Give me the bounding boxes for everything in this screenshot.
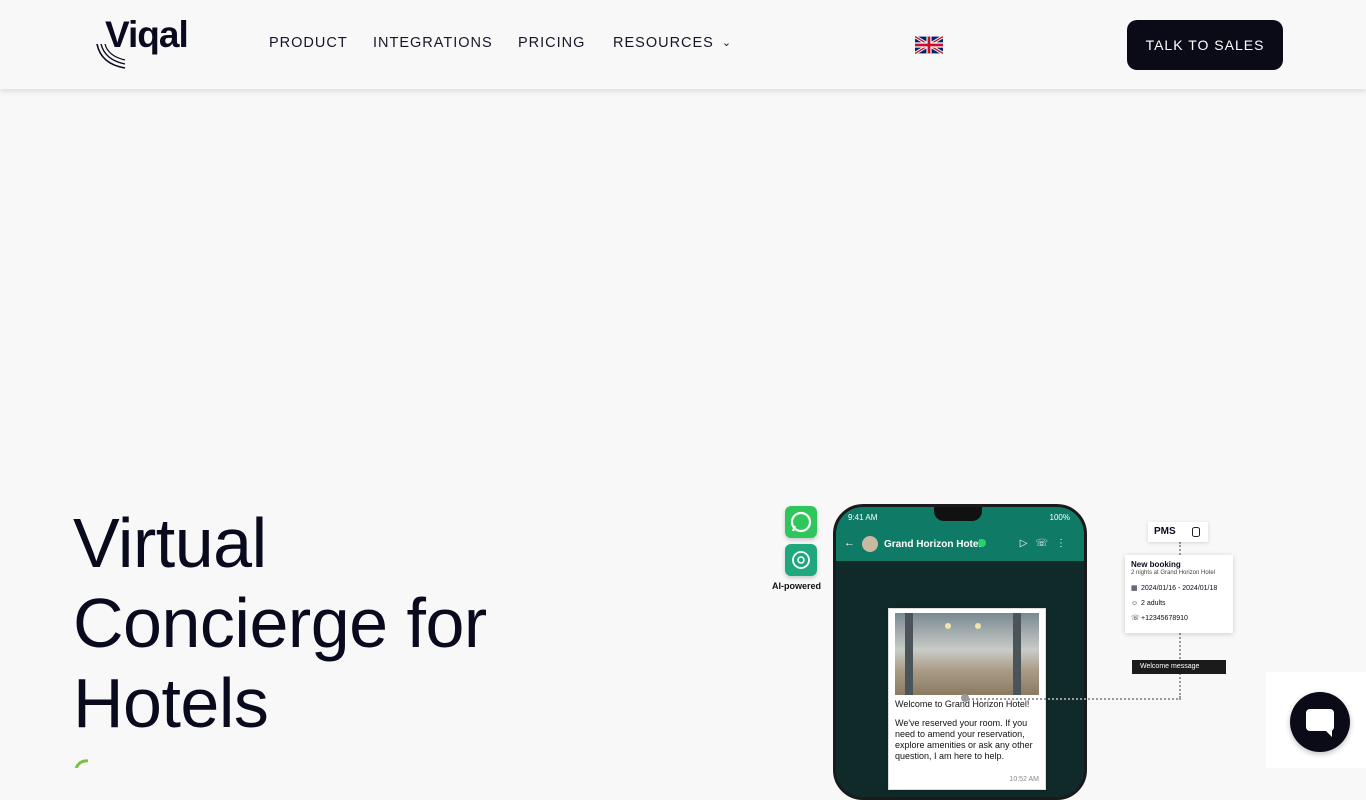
hero-title-line-2: Concierge for <box>73 584 487 662</box>
nav-pricing[interactable]: PRICING <box>518 35 585 51</box>
verified-icon <box>978 539 986 547</box>
hotel-lobby-photo <box>895 613 1039 695</box>
chat-timestamp: 10:52 AM <box>1009 776 1039 783</box>
ai-powered-label: AI-powered <box>772 581 822 591</box>
hero-title-line-3: Hotels <box>73 664 269 742</box>
viqal-logo[interactable]: Viqal <box>95 14 189 70</box>
nav-resources-label: RESOURCES <box>613 35 714 51</box>
hero-title-line-1: Virtual <box>73 504 267 582</box>
chat-bubble-icon <box>1306 709 1334 731</box>
booking-phone-row: ☏+12345678910 <box>1131 614 1227 623</box>
phone-time: 9:41 AM <box>848 513 878 522</box>
logo-swoosh-icon <box>96 43 126 69</box>
phone-battery: 100% <box>1049 513 1070 522</box>
product-illustration: AI-powered 9:41 AM 100% ← Grand Horizon … <box>755 500 1255 800</box>
back-arrow-icon: ← <box>844 537 855 549</box>
booking-dates-row: ▦ 2024/01/16 - 2024/01/18 <box>1131 584 1227 593</box>
booking-dates: 2024/01/16 - 2024/01/18 <box>1141 585 1218 592</box>
phone-mockup: 9:41 AM 100% ← Grand Horizon Hotel ▷☏⋮ W… <box>833 504 1087 800</box>
openai-icon <box>785 544 817 576</box>
chat-contact-name: Grand Horizon Hotel <box>884 539 982 550</box>
person-icon: ☺ <box>1131 600 1139 607</box>
photo-lamp <box>945 623 951 629</box>
connector-line-horizontal <box>965 698 1181 700</box>
booking-subtitle: 2 nights at Grand Horizon Hotel <box>1131 570 1216 576</box>
photo-pillar <box>905 613 913 695</box>
chevron-down-icon: ⌄ <box>721 37 733 49</box>
pms-label: PMS <box>1154 526 1176 537</box>
talk-to-sales-button[interactable]: TALK TO SALES <box>1127 20 1283 70</box>
green-underline-decoration <box>74 759 89 768</box>
database-icon <box>1192 527 1200 537</box>
welcome-message-tag: Welcome message <box>1132 660 1226 674</box>
chat-body: We've reserved your room. If you need to… <box>895 718 1033 761</box>
nav-resources[interactable]: RESOURCES ⌄ <box>613 35 732 51</box>
booking-guests: 2 adults <box>1141 600 1166 607</box>
connector-dot <box>961 694 969 702</box>
chat-bubble-tail <box>1324 729 1332 737</box>
hotel-avatar <box>862 536 878 552</box>
phone-notch <box>934 507 982 521</box>
call-icons: ▷☏⋮ <box>1019 538 1074 549</box>
new-booking-card: New booking 2 nights at Grand Horizon Ho… <box>1125 555 1233 633</box>
nav-product[interactable]: PRODUCT <box>269 35 348 51</box>
photo-pillar <box>1013 613 1021 695</box>
calendar-icon: ▦ <box>1131 585 1138 592</box>
chat-message-text: Welcome to Grand Horizon Hotel! We've re… <box>895 699 1041 770</box>
booking-phone: +12345678910 <box>1141 615 1188 622</box>
chat-header-bar: ← Grand Horizon Hotel ▷☏⋮ <box>836 527 1084 561</box>
whatsapp-icon <box>785 506 817 538</box>
hero-title: Virtual Concierge for Hotels <box>73 503 573 743</box>
pms-badge: PMS <box>1148 522 1208 542</box>
booking-title: New booking <box>1131 560 1181 569</box>
uk-flag-icon[interactable] <box>915 36 943 54</box>
site-header: Viqal PRODUCT INTEGRATIONS PRICING RESOU… <box>0 0 1366 89</box>
booking-guests-row: ☺ 2 adults <box>1131 599 1227 608</box>
nav-integrations[interactable]: INTEGRATIONS <box>373 35 493 51</box>
photo-lamp <box>975 623 981 629</box>
chat-launcher-button[interactable] <box>1290 692 1350 752</box>
phone-icon: ☏ <box>1131 615 1140 622</box>
